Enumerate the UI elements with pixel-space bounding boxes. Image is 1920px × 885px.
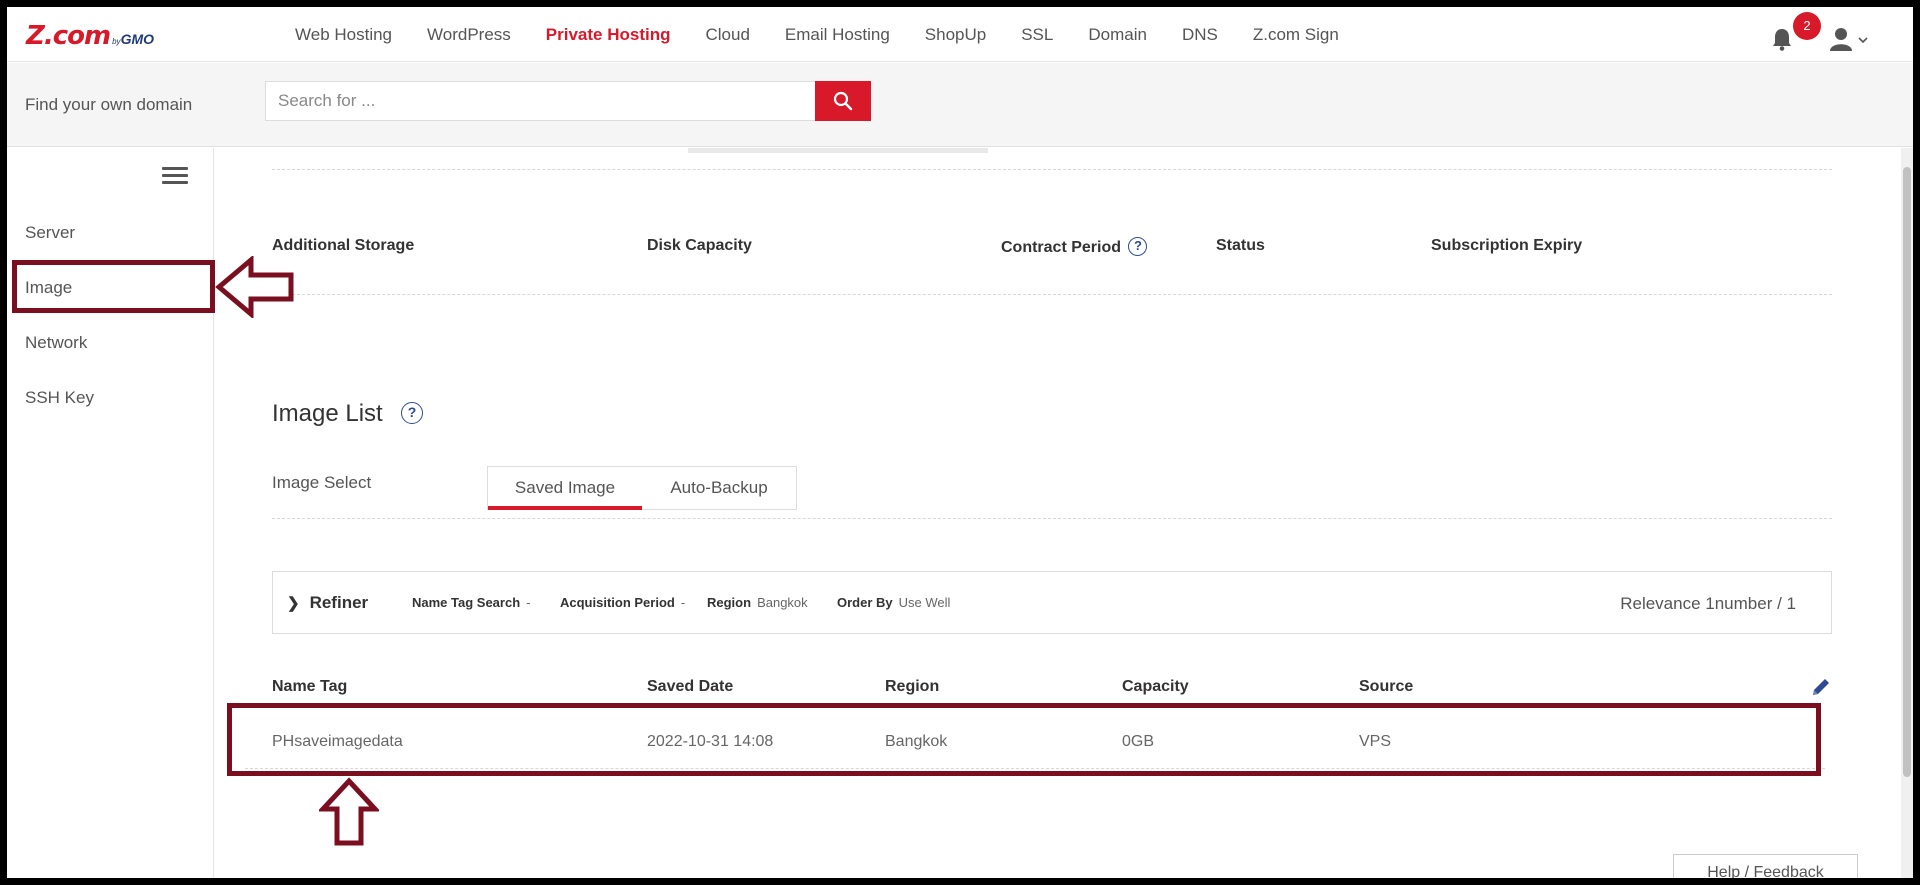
col-contract-period: Contract Period ? (1001, 237, 1148, 257)
col-name-tag: Name Tag (272, 678, 348, 695)
image-select-label: Image Select (272, 473, 372, 492)
col-saved-date: Saved Date (647, 678, 734, 695)
up-arrow-annotation-icon (319, 777, 379, 846)
filter-region: Region Bangkok (707, 595, 808, 610)
sidebar-item-network[interactable]: Network (25, 333, 87, 353)
divider (272, 294, 1832, 295)
scrollbar-thumb[interactable] (1903, 167, 1911, 777)
sidebar-item-server[interactable]: Server (25, 223, 75, 243)
divider (272, 518, 1832, 519)
zcom-logo[interactable]: Z.com by GMO (26, 21, 154, 51)
col-subscription-expiry: Subscription Expiry (1431, 237, 1583, 254)
image-list-title: Image List (272, 400, 383, 427)
image-select-tabs: Saved Image Auto-Backup (487, 466, 797, 510)
nav-wordpress[interactable]: WordPress (427, 25, 511, 45)
col-status: Status (1216, 237, 1265, 254)
domain-search-input[interactable] (265, 81, 818, 121)
nav-ssl[interactable]: SSL (1021, 25, 1053, 45)
col-additional-storage: Additional Storage (272, 237, 415, 254)
relevance-count: Relevance 1number / 1 (1620, 594, 1796, 613)
divider (688, 148, 988, 153)
help-icon[interactable]: ? (401, 402, 423, 424)
left-arrow-annotation-icon (215, 256, 294, 318)
nav-dns[interactable]: DNS (1182, 25, 1218, 45)
hamburger-menu-icon[interactable] (162, 167, 188, 185)
top-nav: Z.com by GMO Web Hosting WordPress Priva… (7, 7, 1913, 62)
chevron-down-icon (1858, 37, 1868, 44)
tab-auto-backup[interactable]: Auto-Backup (642, 467, 796, 509)
col-disk-capacity: Disk Capacity (647, 237, 752, 254)
filter-order-by: Order By Use Well (837, 595, 951, 610)
chevron-right-icon: ❯ (287, 595, 300, 612)
search-button[interactable] (815, 81, 871, 121)
contract-period-label: Contract Period (1001, 239, 1122, 256)
tab-saved-image[interactable]: Saved Image (488, 467, 642, 510)
col-capacity: Capacity (1122, 678, 1189, 695)
nav-domain[interactable]: Domain (1088, 25, 1147, 45)
user-icon[interactable] (1830, 27, 1870, 51)
notification-badge: 2 (1793, 12, 1821, 40)
refiner-panel: ❯ Refiner Name Tag Search - Acquisition Pe… (272, 571, 1832, 634)
nav-email-hosting[interactable]: Email Hosting (785, 25, 890, 45)
bell-icon[interactable] (1771, 27, 1793, 51)
col-region: Region (885, 678, 940, 695)
app-frame: Z.com by GMO Web Hosting WordPress Priva… (7, 7, 1913, 878)
nav-web-hosting[interactable]: Web Hosting (295, 25, 392, 45)
filter-acquisition-period: Acquisition Period - (560, 595, 686, 610)
domain-search-label: Find your own domain (25, 95, 193, 114)
nav-zcom-sign[interactable]: Z.com Sign (1253, 25, 1339, 45)
refiner-toggle[interactable]: ❯ Refiner (287, 593, 368, 613)
pencil-icon[interactable] (1810, 676, 1832, 698)
annotation-highlight-box (227, 703, 1821, 776)
sidebar: Server Image Network SSH Key (7, 148, 214, 878)
domain-search-bar: Find your own domain (7, 63, 1913, 147)
annotation-highlight-box (12, 260, 215, 313)
help-icon[interactable]: ? (1128, 237, 1148, 256)
col-source: Source (1359, 678, 1414, 695)
search-icon (833, 91, 853, 111)
filter-name-tag-search: Name Tag Search - (412, 595, 531, 610)
divider (272, 169, 1832, 170)
sidebar-item-ssh-key[interactable]: SSH Key (25, 388, 94, 408)
nav-shopup[interactable]: ShopUp (925, 25, 986, 45)
nav-private-hosting[interactable]: Private Hosting (546, 25, 671, 45)
main-menu: Web Hosting WordPress Private Hosting Cl… (295, 7, 1374, 62)
nav-cloud[interactable]: Cloud (705, 25, 749, 45)
help-feedback-button[interactable]: Help / Feedback (1673, 854, 1858, 878)
